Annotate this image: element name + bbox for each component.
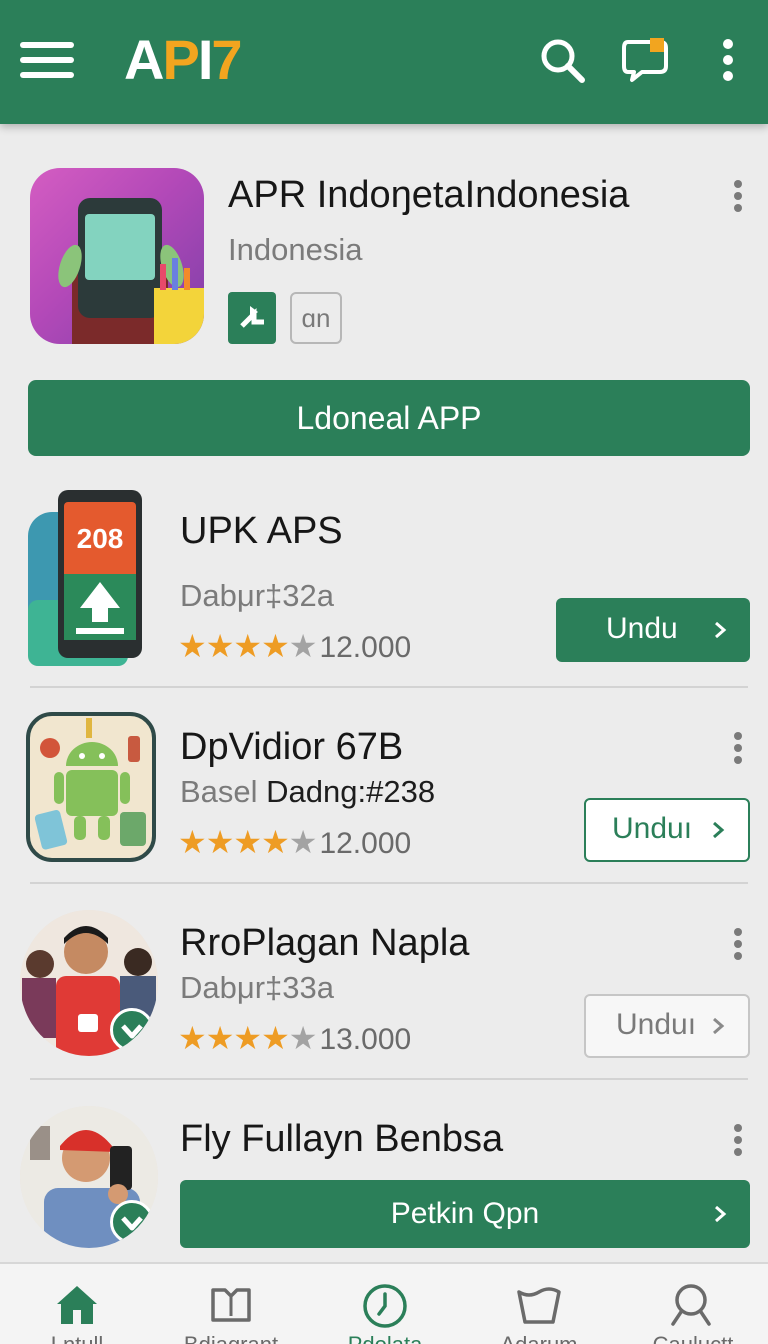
favorite-badge-icon [110,1008,154,1052]
star-empty-icon: ★ [288,824,318,860]
bag-icon [517,1287,561,1324]
nav-item-bag[interactable]: Adarum [462,1264,616,1344]
upk-icon-number: 208 [77,523,124,554]
star-filled-icon: ★★★★ [178,628,290,664]
star-filled-icon: ★★★★ [178,824,290,860]
nav-label: Bdiagrant [154,1332,308,1344]
app-rating: ★★★★★12.000 [178,628,412,664]
open-app-button[interactable]: Petkin Qpn [180,1180,750,1248]
upk-app-icon[interactable]: 208 [28,490,148,666]
chevron-right-icon [713,822,725,838]
app-title[interactable]: DpVidior 67B [180,726,403,769]
nav-item-search[interactable]: Cauluctt [616,1264,768,1344]
man-app-avatar[interactable] [20,1106,158,1248]
verified-badge-icon [228,292,276,344]
featured-app-icon[interactable] [30,168,204,344]
bottom-navigation: Lntull Bdiagrant Pdolata Adarum Cauluctt [0,1262,768,1344]
clock-icon [363,1284,407,1328]
search-icon [671,1284,711,1326]
app-more-icon[interactable] [728,730,748,766]
nav-label: Cauluctt [616,1332,768,1344]
app-rating: ★★★★★13.000 [178,1020,412,1056]
app-meta: Basel Dadng:#238 [180,774,436,809]
featured-app-subtitle: Indonesia [228,232,363,267]
star-empty-icon: ★ [288,1020,318,1056]
featured-app-title[interactable]: APR IndoŋetaIndonesia [228,174,629,217]
more-vertical-icon[interactable] [708,36,756,84]
featured-more-icon[interactable] [728,178,748,214]
download-button[interactable]: Undu [556,598,750,662]
app-rating: ★★★★★12.000 [178,824,412,860]
age-rating-badge: ɑn [290,292,342,344]
nav-label: Lntull [0,1332,154,1344]
app-logo: API7 [124,28,243,91]
app-meta: Dabμr‡33a [180,970,335,1005]
star-filled-icon: ★★★★ [178,1020,290,1056]
chat-icon[interactable] [620,36,668,84]
top-app-bar: API7 [0,0,768,124]
book-icon [211,1288,251,1322]
download-app-button[interactable]: Ldoneal APP [28,380,750,456]
favorite-badge-icon [110,1200,154,1244]
nav-item-home[interactable]: Lntull [0,1264,154,1344]
divider [30,1078,748,1080]
divider [30,882,748,884]
nav-item-clock[interactable]: Pdolata [308,1264,462,1344]
download-button[interactable]: Unduı [584,798,750,862]
app-title[interactable]: RroPlagan Napla [180,922,469,965]
chevron-right-icon [715,1206,727,1222]
people-app-avatar[interactable] [20,910,158,1056]
app-meta: Dabμr‡32a [180,578,335,613]
app-title[interactable]: Fly Fullayn Benbsa [180,1118,503,1161]
divider [30,686,748,688]
chevron-right-icon [713,1018,725,1034]
app-more-icon[interactable] [728,926,748,962]
nav-item-book[interactable]: Bdiagrant [154,1264,308,1344]
app-more-icon[interactable] [728,1122,748,1158]
home-icon [57,1286,97,1324]
download-button[interactable]: Unduı [584,994,750,1058]
chevron-right-icon [715,622,727,638]
menu-icon[interactable] [18,38,76,82]
star-empty-icon: ★ [288,628,318,664]
app-title[interactable]: UPK APS [180,510,343,553]
nav-label: Adarum [462,1332,616,1344]
nav-label: Pdolata [308,1332,462,1344]
android-app-icon[interactable] [26,712,156,862]
search-icon[interactable] [538,36,586,84]
